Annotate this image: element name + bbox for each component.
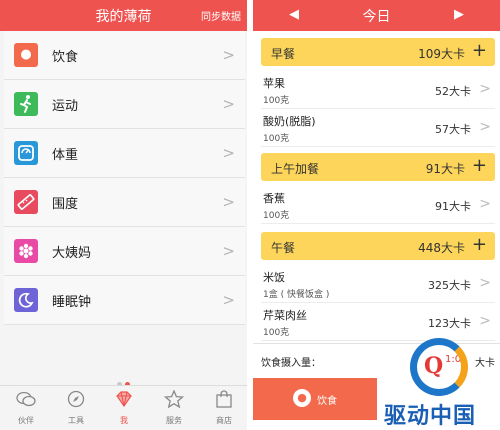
meal-header-lunch[interactable]: 午餐 448大卡 + (261, 232, 495, 260)
nav-label: 服务 (166, 416, 182, 425)
food-calories: 123大卡 (428, 317, 471, 330)
food-item[interactable]: 苹果 100克 52大卡 > (261, 71, 495, 109)
menu-item-diet[interactable]: ● 饮食 > (4, 31, 245, 80)
food-amount: 100克 (263, 328, 290, 338)
food-name: 苹果 (263, 77, 285, 90)
meal-name: 早餐 (271, 47, 296, 61)
star-icon (154, 389, 194, 413)
menu-item-label: 围度 (52, 197, 79, 212)
bottom-navigation: 伙伴 工具 我 服务 商店 (0, 385, 247, 430)
meal-header-breakfast[interactable]: 早餐 109大卡 + (261, 38, 495, 66)
food-item[interactable]: 香蕉 100克 91大卡 > (261, 186, 495, 224)
nav-services[interactable]: 服务 (154, 389, 194, 426)
watermark-text: 驱动中国 (384, 404, 477, 429)
date-bar: ◀ 今日 ▶ (253, 0, 500, 31)
shopping-bag-icon (204, 390, 244, 413)
add-food-button[interactable]: + (472, 40, 487, 62)
nav-label: 伙伴 (18, 416, 34, 425)
food-calories: 91大卡 (435, 200, 471, 213)
moon-icon (14, 288, 38, 312)
top-bar: 我的薄荷 同步数据 (0, 0, 247, 31)
meal-calories: 109大卡 (418, 47, 465, 61)
nav-label: 工具 (68, 416, 84, 425)
diamond-icon (104, 390, 144, 413)
food-item[interactable]: 芹菜肉丝 100克 123大卡 > (261, 303, 495, 341)
nav-store[interactable]: 商店 (204, 390, 244, 426)
food-item[interactable]: 米饭 1盒 ( 快餐饭盒 ) 325大卡 > (261, 265, 495, 303)
meal-name: 上午加餐 (271, 162, 320, 176)
food-amount: 100克 (263, 96, 290, 106)
nav-partners[interactable]: 伙伴 (6, 390, 46, 426)
food-icon: ● (14, 43, 38, 67)
chevron-right-icon: > (222, 95, 235, 113)
meal-calories: 448大卡 (418, 241, 465, 255)
chevron-right-icon: > (479, 313, 491, 329)
scale-icon (14, 141, 38, 165)
tab-label: 饮食 (317, 396, 337, 407)
menu-item-period[interactable]: 大姨妈 > (4, 227, 245, 276)
watermark-logo-letter: Q (424, 353, 444, 379)
chevron-right-icon: > (479, 119, 491, 135)
next-day-arrow-icon[interactable]: ▶ (454, 7, 464, 22)
food-name: 芹菜肉丝 (263, 309, 307, 322)
intake-label: 饮食摄入量： (261, 358, 321, 369)
food-amount: 1盒 ( 快餐饭盒 ) (263, 290, 330, 300)
chevron-right-icon: > (479, 275, 491, 291)
nav-label: 商店 (216, 416, 232, 425)
chevron-right-icon: > (222, 291, 235, 309)
food-name: 米饭 (263, 271, 285, 284)
food-calories: 325大卡 (428, 279, 471, 292)
menu-item-label: 睡眠钟 (52, 295, 92, 310)
diet-tab-button[interactable]: ● 饮食 (253, 378, 377, 420)
food-calories: 52大卡 (435, 85, 471, 98)
menu-item-measurement[interactable]: 围度 > (4, 178, 245, 227)
flower-icon (14, 239, 38, 263)
menu-item-sleep-clock[interactable]: 睡眠钟 > (4, 276, 245, 325)
add-food-button[interactable]: + (472, 234, 487, 256)
meal-calories: 91大卡 (425, 162, 465, 176)
compass-icon (56, 390, 96, 413)
food-name: 香蕉 (263, 192, 285, 205)
menu-item-label: 大姨妈 (52, 246, 92, 261)
chevron-right-icon: > (222, 193, 235, 211)
menu-item-weight[interactable]: 体重 > (4, 129, 245, 178)
food-name: 酸奶(脱脂) (263, 115, 316, 128)
meal-name: 午餐 (271, 241, 296, 255)
tape-measure-icon (14, 190, 38, 214)
food-amount: 100克 (263, 134, 290, 144)
menu-item-label: 饮食 (52, 50, 79, 65)
chat-bubbles-icon (6, 390, 46, 413)
menu-item-label: 运动 (52, 99, 79, 114)
feature-menu: ● 饮食 > 运动 > 体重 > 围度 > 大姨妈 > 睡眠钟 > (4, 31, 245, 325)
my-mint-screen: 我的薄荷 同步数据 ● 饮食 > 运动 > 体重 > 围度 > 大姨妈 > 睡眠… (0, 0, 247, 430)
chevron-right-icon: > (222, 242, 235, 260)
food-amount: 100克 (263, 211, 290, 221)
meal-header-morning-snack[interactable]: 上午加餐 91大卡 + (261, 153, 495, 181)
sync-data-button[interactable]: 同步数据 (201, 8, 241, 23)
nav-me[interactable]: 我 (104, 390, 144, 426)
add-food-button[interactable]: + (472, 155, 487, 177)
chevron-right-icon: > (479, 81, 491, 97)
chevron-right-icon: > (222, 144, 235, 162)
nav-tools[interactable]: 工具 (56, 390, 96, 426)
menu-item-exercise[interactable]: 运动 > (4, 80, 245, 129)
chevron-right-icon: > (222, 46, 235, 64)
food-icon: ● (293, 389, 311, 407)
chevron-right-icon: > (479, 196, 491, 212)
menu-item-label: 体重 (52, 148, 79, 163)
running-icon (14, 92, 38, 116)
food-item[interactable]: 酸奶(脱脂) 100克 57大卡 > (261, 109, 495, 147)
nav-label: 我 (120, 416, 128, 425)
food-calories: 57大卡 (435, 123, 471, 136)
intake-unit: 大卡 (475, 358, 495, 369)
